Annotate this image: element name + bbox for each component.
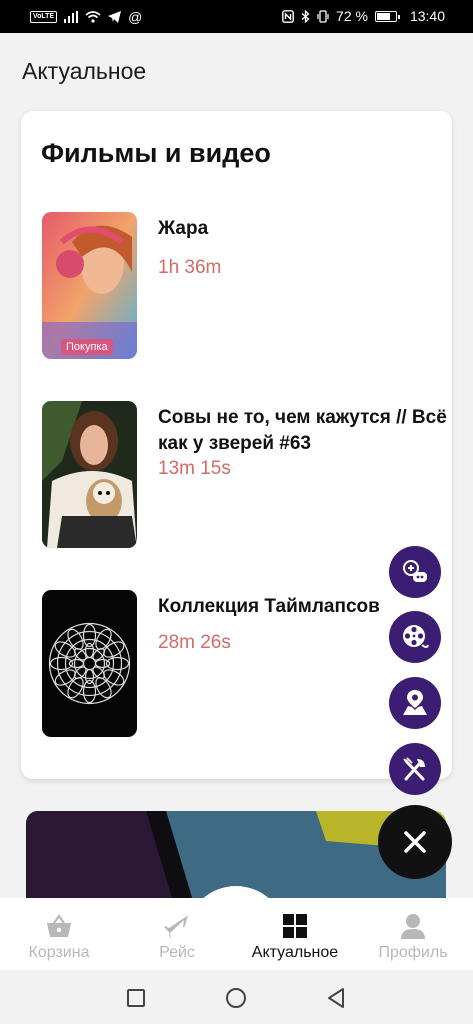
bottom-nav: Корзина Рейс Актуальное Профиль <box>0 898 473 970</box>
list-item[interactable]: Совы не то, чем кажутся // Всё как у зве… <box>42 401 447 548</box>
status-bar: VoLTE @ 72 % 13:40 <box>0 0 473 33</box>
food-button[interactable] <box>389 743 441 795</box>
wifi-icon <box>85 11 101 23</box>
food-icon <box>403 757 425 781</box>
movie-poster: Покупка <box>42 212 137 359</box>
list-item[interactable]: Покупка Жара 1h 36m <box>42 212 442 359</box>
home-icon[interactable] <box>225 987 247 1009</box>
nav-item-profile[interactable]: Профиль <box>354 898 472 970</box>
movie-title: Совы не то, чем кажутся // Всё как у зве… <box>158 407 447 454</box>
volte-icon: VoLTE <box>30 11 58 23</box>
nav-label: Профиль <box>378 944 448 961</box>
list-item[interactable]: Коллекция Таймлапсов 28m 26s <box>42 590 442 737</box>
battery-icon <box>374 10 400 22</box>
back-icon[interactable] <box>326 987 346 1009</box>
map-icon <box>403 690 427 715</box>
nfc-icon <box>282 9 294 23</box>
close-icon <box>404 831 426 853</box>
films-button[interactable] <box>389 611 441 663</box>
film-reel-icon <box>403 625 429 648</box>
movie-duration: 28m 26s <box>158 632 231 653</box>
telegram-icon <box>108 11 122 23</box>
close-menu-button[interactable] <box>378 805 452 879</box>
grid-icon <box>283 914 307 938</box>
movie-poster <box>42 590 137 737</box>
map-button[interactable] <box>389 677 441 729</box>
games-icon <box>403 560 427 582</box>
system-nav <box>0 970 473 1024</box>
recent-apps-icon[interactable] <box>126 988 146 1008</box>
games-button[interactable] <box>389 546 441 598</box>
card-title: Фильмы и видео <box>41 138 271 168</box>
vibrate-icon <box>317 9 329 23</box>
nav-label: Корзина <box>28 944 90 961</box>
purchase-badge: Покупка <box>61 339 113 355</box>
movie-poster <box>42 401 137 548</box>
basket-icon <box>47 914 71 937</box>
at-icon: @ <box>128 9 143 25</box>
page-title: Актуальное <box>22 58 147 84</box>
movie-duration: 13m 15s <box>158 458 231 479</box>
nav-label: Рейс <box>159 944 195 961</box>
nav-item-actual[interactable]: Актуальное <box>236 898 354 970</box>
movie-title: Жара <box>158 218 209 239</box>
signal-icon <box>64 11 79 23</box>
movies-card: Фильмы и видео Покупка Жара 1h 36m Совы … <box>21 111 452 779</box>
nav-item-basket[interactable]: Корзина <box>0 898 118 970</box>
plane-icon <box>164 915 188 938</box>
movie-duration: 1h 36m <box>158 257 222 278</box>
battery-percent: 72 % <box>336 8 368 24</box>
bluetooth-icon <box>301 9 310 23</box>
person-icon <box>401 914 425 939</box>
clock: 13:40 <box>409 8 445 24</box>
nav-item-flight[interactable]: Рейс <box>118 898 236 970</box>
nav-label: Актуальное <box>251 944 339 961</box>
